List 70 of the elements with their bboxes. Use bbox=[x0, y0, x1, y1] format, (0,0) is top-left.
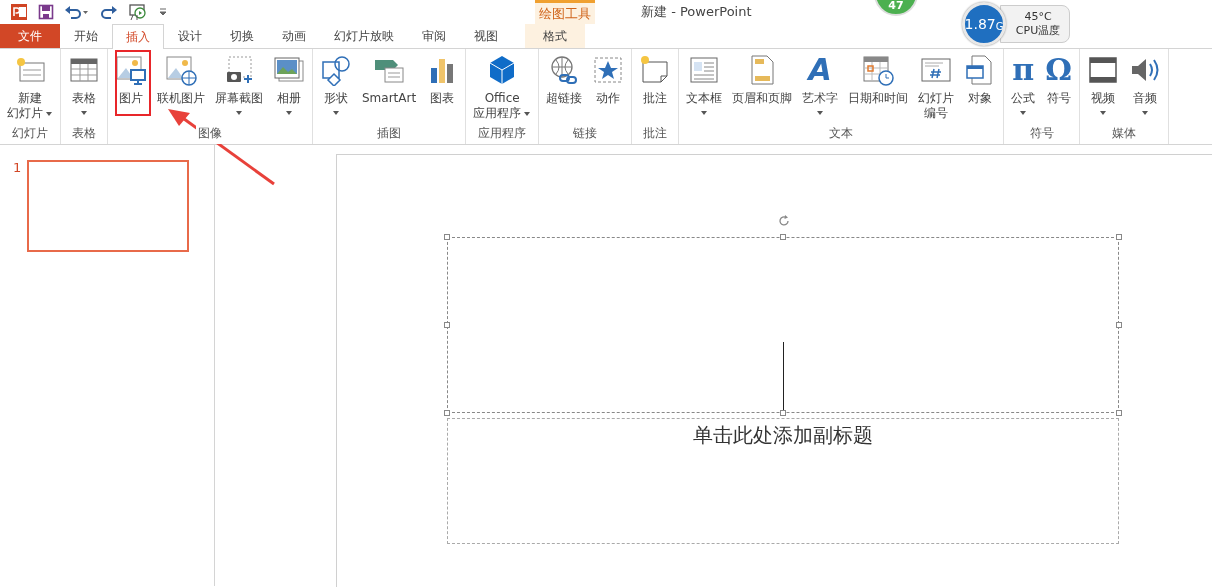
cpu-temperature: 45°C bbox=[1024, 10, 1052, 23]
ribbon-button[interactable]: 形状 bbox=[315, 49, 357, 124]
ribbon-button[interactable]: 页眉和页脚 bbox=[727, 49, 798, 124]
ribbon-button[interactable]: 屏幕截图 bbox=[210, 49, 268, 124]
score-badge: 47 bbox=[874, 0, 918, 16]
ribbon-group-label: 图像 bbox=[196, 124, 224, 144]
ribbon-tab[interactable]: 插入 bbox=[112, 24, 164, 49]
ribbon-tab[interactable]: 动画 bbox=[268, 24, 320, 48]
pi-icon: π bbox=[1012, 54, 1035, 86]
picture-icon bbox=[115, 54, 147, 86]
subtitle-placeholder[interactable]: 单击此处添加副标题 bbox=[447, 418, 1119, 544]
ribbon-button[interactable]: 幻灯片 编号 bbox=[913, 49, 960, 124]
resize-handle[interactable] bbox=[780, 234, 786, 240]
memory-value: 1.87 bbox=[964, 16, 996, 32]
rotate-handle-icon[interactable] bbox=[777, 214, 791, 228]
ribbon-button[interactable]: 对象 bbox=[959, 49, 1002, 124]
ribbon-button[interactable]: 图片 bbox=[110, 49, 152, 124]
resize-handle[interactable] bbox=[1116, 234, 1122, 240]
ribbon-button[interactable]: A 艺术字 bbox=[797, 49, 844, 124]
presenter-icon[interactable] bbox=[128, 3, 148, 21]
ribbon-button[interactable]: Ω 符号 bbox=[1040, 49, 1077, 124]
ribbon-tab[interactable]: 设计 bbox=[164, 24, 216, 48]
ribbon-button[interactable]: SmartArt bbox=[357, 49, 422, 124]
undo-icon[interactable] bbox=[64, 4, 90, 20]
ribbon-tab[interactable]: 开始 bbox=[60, 24, 112, 48]
omega-icon: Ω bbox=[1045, 54, 1072, 86]
ribbon-button[interactable]: 日期和时间 bbox=[843, 49, 914, 124]
slide-thumbnail[interactable] bbox=[27, 160, 190, 252]
shapes-icon bbox=[320, 54, 352, 86]
ribbon-tab[interactable]: 文件 bbox=[0, 24, 60, 48]
wordart-icon: A bbox=[808, 54, 832, 86]
ribbon-tab[interactable]: 视图 bbox=[460, 24, 512, 48]
resize-handle[interactable] bbox=[1116, 410, 1122, 416]
ribbon-tab[interactable]: 审阅 bbox=[408, 24, 460, 48]
ribbon-button[interactable]: 动作 bbox=[587, 49, 630, 124]
calendar-clock-icon bbox=[862, 54, 895, 86]
ribbon-button[interactable]: 超链接 bbox=[541, 49, 588, 124]
ribbon-button[interactable]: 表格 bbox=[63, 49, 105, 124]
ribbon-tab[interactable]: 幻灯片放映 bbox=[320, 24, 408, 48]
resize-handle[interactable] bbox=[780, 410, 786, 416]
ribbon-button[interactable]: 新建 幻灯片 bbox=[2, 49, 58, 124]
powerpoint-icon[interactable] bbox=[10, 3, 28, 21]
ribbon-button[interactable]: 批注 bbox=[634, 49, 677, 124]
text-box-icon bbox=[688, 54, 721, 86]
resize-handle[interactable] bbox=[444, 410, 450, 416]
ribbon-button[interactable]: 相册 bbox=[268, 49, 310, 124]
contextual-tab-header: 绘图工具 bbox=[535, 0, 595, 24]
ribbon-button[interactable]: 图表 bbox=[421, 49, 464, 124]
cpu-label: CPU温度 bbox=[1015, 23, 1061, 38]
redo-icon[interactable] bbox=[100, 4, 118, 20]
memory-unit: G bbox=[995, 20, 1004, 32]
placeholder-text: 单击此处添加副标题 bbox=[693, 422, 873, 449]
highlight-frame bbox=[115, 50, 151, 116]
ribbon-tab[interactable]: 格式 bbox=[525, 24, 585, 48]
resize-handle[interactable] bbox=[444, 322, 450, 328]
resize-handle[interactable] bbox=[444, 234, 450, 240]
ribbon-button[interactable]: π 公式 bbox=[1006, 49, 1041, 124]
ribbon-button[interactable]: 文本框 bbox=[681, 49, 728, 124]
ribbon-tab[interactable]: 切换 bbox=[216, 24, 268, 48]
ribbon-button[interactable]: 音频 bbox=[1123, 49, 1166, 124]
slide-number: 1 bbox=[13, 160, 22, 177]
online-picture-icon bbox=[165, 54, 197, 86]
customize-caret-icon[interactable] bbox=[158, 7, 168, 17]
ribbon-button[interactable]: Office 应用程序 bbox=[468, 49, 537, 124]
text-cursor bbox=[783, 342, 784, 410]
ribbon-button[interactable]: 视频 bbox=[1081, 49, 1124, 124]
save-icon[interactable] bbox=[38, 4, 54, 20]
film-icon bbox=[1086, 54, 1119, 86]
window-title: 新建 - PowerPoint bbox=[641, 3, 752, 21]
resize-handle[interactable] bbox=[1116, 322, 1122, 328]
